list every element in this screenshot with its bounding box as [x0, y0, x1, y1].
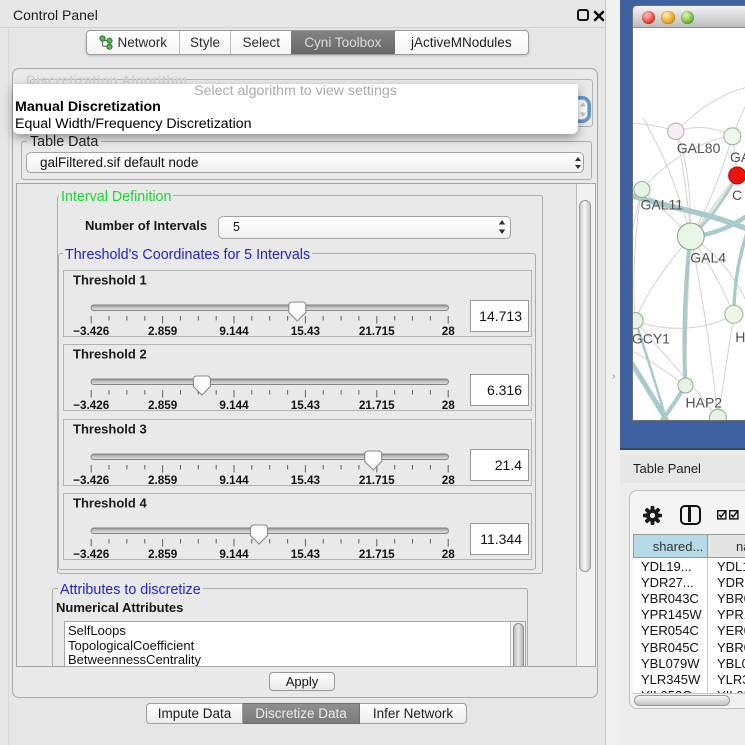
svg-text:28: 28: [442, 548, 456, 559]
svg-text:9.144: 9.144: [219, 325, 249, 336]
svg-text:−3.426: −3.426: [73, 548, 110, 559]
svg-text:2.859: 2.859: [148, 548, 178, 559]
svg-text:GAL80: GAL80: [677, 140, 721, 156]
svg-text:15.43: 15.43: [291, 474, 321, 485]
svg-text:Threshold 1: Threshold 1: [73, 273, 147, 288]
svg-text:28: 28: [442, 325, 456, 336]
svg-text:2.859: 2.859: [148, 399, 178, 410]
svg-text:15.43: 15.43: [291, 399, 321, 410]
svg-text:2.859: 2.859: [148, 474, 178, 485]
svg-text:GCY1: GCY1: [633, 331, 670, 347]
svg-text:9.144: 9.144: [219, 474, 249, 485]
svg-text:−3.426: −3.426: [73, 474, 110, 485]
svg-text:21.715: 21.715: [359, 325, 395, 336]
svg-text:9.144: 9.144: [219, 399, 249, 410]
svg-text:C: C: [732, 187, 742, 203]
svg-text:9.144: 9.144: [219, 548, 249, 559]
svg-text:15.43: 15.43: [291, 325, 321, 336]
svg-text:GA: GA: [730, 149, 745, 165]
svg-text:Threshold 4: Threshold 4: [73, 496, 147, 511]
svg-text:GAL11: GAL11: [641, 197, 684, 213]
svg-text:28: 28: [442, 399, 456, 410]
svg-text:−3.426: −3.426: [73, 399, 110, 410]
svg-text:H: H: [735, 329, 745, 345]
svg-text:21.715: 21.715: [359, 548, 395, 559]
svg-text:21.715: 21.715: [359, 399, 395, 410]
svg-text:Threshold 2: Threshold 2: [73, 347, 147, 362]
svg-text:−3.426: −3.426: [73, 325, 110, 336]
svg-text:HAP2: HAP2: [686, 395, 723, 411]
svg-text:2.859: 2.859: [148, 325, 178, 336]
svg-text:15.43: 15.43: [291, 548, 321, 559]
svg-text:21.715: 21.715: [359, 474, 395, 485]
svg-text:GAL4: GAL4: [690, 250, 726, 266]
svg-text:28: 28: [442, 474, 456, 485]
svg-text:Threshold 3: Threshold 3: [73, 421, 147, 436]
